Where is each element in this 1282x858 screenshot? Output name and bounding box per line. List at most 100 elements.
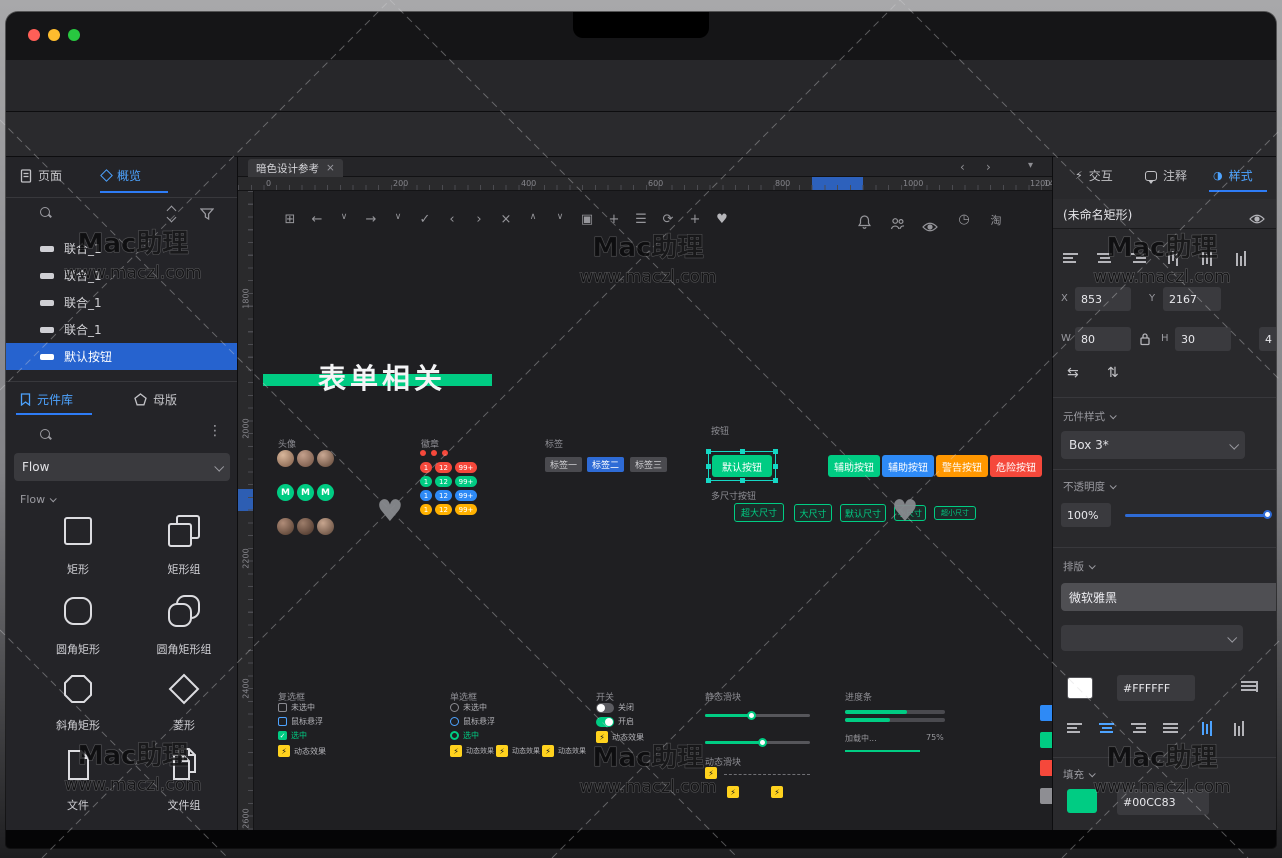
selection-handle[interactable] — [706, 449, 711, 454]
align-middle-icon[interactable] — [1201, 251, 1212, 266]
close-window-button[interactable] — [28, 29, 40, 41]
text-align-justify-icon[interactable] — [1163, 723, 1178, 734]
selection-handle[interactable] — [773, 464, 778, 469]
next-icon[interactable]: › — [469, 212, 489, 227]
tree-item[interactable]: 联合_1 — [6, 235, 237, 262]
switch-item[interactable]: 关闭 — [596, 702, 634, 713]
opacity-input[interactable]: 100% — [1061, 503, 1111, 527]
collapse-up-icon[interactable]: ∧ — [523, 212, 543, 222]
component-bevel-rectangle[interactable] — [60, 671, 96, 711]
search-icon[interactable] — [40, 429, 52, 441]
size-button-widget[interactable]: 小尺寸 — [894, 505, 926, 521]
component-rectangle-group[interactable] — [166, 513, 202, 553]
confirm-icon[interactable]: ✓ — [415, 212, 435, 227]
refresh-icon[interactable]: ⟳ — [658, 212, 678, 227]
filter-icon[interactable] — [200, 206, 214, 225]
component-rounded-rectangle-group[interactable] — [166, 593, 202, 633]
fit-view-icon[interactable]: ▣ — [577, 212, 597, 227]
avatar[interactable] — [297, 518, 314, 535]
selection-handle[interactable] — [740, 478, 745, 483]
typography-section[interactable]: 排版 — [1063, 559, 1094, 574]
checkbox-item[interactable]: ✓选中 — [278, 730, 307, 741]
tag-chip[interactable]: 标签二 — [587, 457, 624, 472]
slider-knob[interactable] — [758, 738, 767, 747]
badge[interactable]: 12 — [435, 504, 452, 515]
badge-dot[interactable] — [431, 450, 437, 456]
badge[interactable]: 99+ — [455, 490, 477, 501]
tab-notes[interactable]: 注释 — [1145, 167, 1187, 184]
secondary-button-widget[interactable]: 辅助按钮 — [828, 455, 880, 477]
avatar-letter[interactable]: M — [277, 484, 294, 501]
badge-dot[interactable] — [420, 450, 426, 456]
radio-item[interactable]: 选中 — [450, 730, 479, 741]
color-square[interactable] — [1040, 788, 1052, 804]
add-icon[interactable]: + — [685, 212, 705, 227]
tab-list-icon[interactable]: ▾ — [1028, 160, 1033, 171]
text-align-center-icon[interactable] — [1099, 723, 1114, 734]
component-diamond[interactable] — [166, 671, 202, 711]
lock-ratio-icon[interactable] — [1139, 331, 1151, 350]
opacity-slider-track[interactable] — [1125, 514, 1271, 517]
notifications-bell-icon[interactable] — [858, 214, 871, 233]
checkbox-item[interactable]: 鼠标悬浮 — [278, 716, 323, 727]
avatar-letter[interactable]: M — [297, 484, 314, 501]
fullscreen-window-button[interactable] — [68, 29, 80, 41]
checkbox-effect-item[interactable]: ⚡动态效果 — [278, 745, 326, 757]
avatar-letter[interactable]: M — [317, 484, 334, 501]
tag-chip[interactable]: 标签一 — [545, 457, 582, 472]
tab-pages[interactable]: 页面 — [20, 167, 62, 184]
widget-style-section[interactable]: 元件样式 — [1063, 409, 1115, 424]
undo-menu-icon[interactable]: ∨ — [334, 212, 354, 222]
font-weight-select[interactable] — [1061, 625, 1243, 651]
lightning-icon[interactable]: ⚡ — [705, 767, 717, 779]
selection-handle[interactable] — [706, 464, 711, 469]
align-left-icon[interactable] — [1063, 253, 1078, 264]
visibility-eye-icon[interactable] — [1249, 209, 1265, 228]
redo-menu-icon[interactable]: ∨ — [388, 212, 408, 222]
text-list-icon[interactable] — [1241, 681, 1258, 692]
tab-interaction[interactable]: ⚡ 交互 — [1075, 167, 1113, 184]
color-square[interactable] — [1040, 732, 1052, 748]
canvas-workspace[interactable]: 暗色设计参考 × ‹ › ▾ 0 200 400 600 800 1000 12… — [238, 157, 1052, 830]
collaborators-icon[interactable] — [890, 215, 905, 234]
tag-chip[interactable]: 标签三 — [630, 457, 667, 472]
align-bottom-icon[interactable] — [1235, 251, 1246, 266]
size-button-widget[interactable]: 超大尺寸 — [734, 503, 784, 522]
component-rectangle[interactable] — [60, 513, 96, 553]
canvas-tab[interactable]: 暗色设计参考 × — [248, 159, 343, 177]
lightning-icon[interactable]: ⚡ — [771, 786, 783, 798]
badge[interactable]: 12 — [435, 490, 452, 501]
fill-color-input[interactable]: #00CC83 — [1117, 789, 1209, 815]
avatar[interactable] — [297, 450, 314, 467]
lightning-icon[interactable]: ⚡ — [727, 786, 739, 798]
align-center-icon[interactable] — [1097, 253, 1112, 264]
component-rounded-rectangle[interactable] — [60, 593, 96, 633]
flip-horizontal-icon[interactable]: ⇆ — [1067, 365, 1079, 381]
tree-item[interactable]: 联合_1 — [6, 262, 237, 289]
toggle-off-icon[interactable] — [596, 703, 614, 713]
avatar[interactable] — [277, 518, 294, 535]
switch-effect-item[interactable]: ⚡动态效果 — [596, 731, 644, 743]
badge[interactable]: 99+ — [455, 462, 477, 473]
tree-item-selected[interactable]: 默认按钮 — [6, 343, 237, 370]
selection-handle[interactable] — [706, 478, 711, 483]
text-valign-middle-icon[interactable] — [1201, 721, 1212, 736]
close-icon[interactable]: × — [496, 212, 516, 227]
tab-library[interactable]: 元件库 — [20, 391, 73, 408]
selection-handle[interactable] — [773, 449, 778, 454]
avatar[interactable] — [317, 450, 334, 467]
opacity-section[interactable]: 不透明度 — [1063, 479, 1115, 494]
color-square[interactable] — [1040, 760, 1052, 776]
library-more-button[interactable]: ⋮ — [208, 423, 222, 439]
text-valign-bottom-icon[interactable] — [1233, 721, 1244, 736]
badge[interactable]: 1 — [420, 476, 432, 487]
badge[interactable]: 1 — [420, 504, 432, 515]
prev-icon[interactable]: ‹ — [442, 212, 462, 227]
selection-handle[interactable] — [740, 449, 745, 454]
avatar[interactable] — [277, 450, 294, 467]
warning-button-widget[interactable]: 警告按钮 — [936, 455, 988, 477]
tab-style[interactable]: ◑ 样式 — [1213, 167, 1253, 184]
x-input[interactable]: 853 — [1075, 287, 1131, 311]
flip-vertical-icon[interactable]: ⇅ — [1107, 365, 1119, 381]
badge[interactable]: 99+ — [455, 504, 477, 515]
